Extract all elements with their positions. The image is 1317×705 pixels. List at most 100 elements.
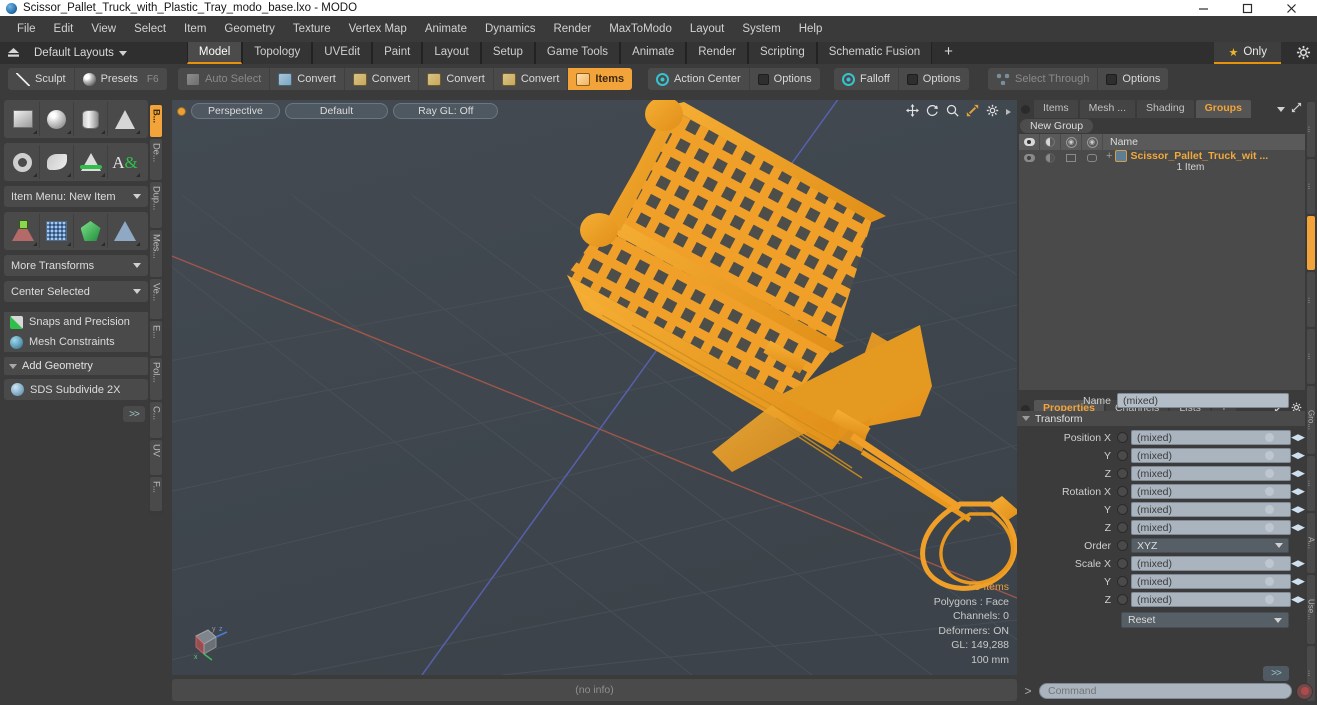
presets-button[interactable]: Presets F6 — [75, 68, 167, 90]
menu-item-maxtomodo[interactable]: MaxToModo — [600, 20, 681, 38]
menu-item-item[interactable]: Item — [175, 20, 215, 38]
convert-vertex-button[interactable]: Convert — [270, 68, 345, 90]
text-primitive-button[interactable]: A& — [108, 145, 142, 179]
left-vtab-4[interactable]: Ve... — [150, 278, 162, 319]
gear-icon[interactable] — [986, 104, 999, 120]
action-center-options-button[interactable]: Options — [750, 68, 820, 90]
view-mode-chip[interactable]: Perspective — [191, 103, 280, 119]
layout-tab-game-tools[interactable]: Game Tools — [534, 42, 621, 64]
menu-item-select[interactable]: Select — [125, 20, 175, 38]
transform-tool-button[interactable] — [6, 214, 40, 248]
layout-tab-scripting[interactable]: Scripting — [747, 42, 817, 64]
convert-material-button[interactable]: Convert — [494, 68, 569, 90]
menu-item-geometry[interactable]: Geometry — [215, 20, 284, 38]
bezier-primitive-button[interactable] — [74, 145, 108, 179]
property-channel-toggle[interactable] — [1117, 540, 1128, 551]
property-channel-toggle[interactable] — [1117, 576, 1128, 587]
property-spinner-icon[interactable]: ◀▶ — [1291, 576, 1305, 587]
menu-item-texture[interactable]: Texture — [284, 20, 340, 38]
right-vtab-2[interactable]: ... — [1307, 215, 1315, 271]
curve-primitive-button[interactable] — [40, 145, 74, 179]
pan-icon[interactable] — [906, 104, 919, 120]
cylinder-primitive-button[interactable] — [74, 102, 108, 136]
snaps-and-precision-button[interactable]: Snaps and Precision — [4, 312, 148, 332]
auto-select-button[interactable]: Auto Select — [178, 68, 271, 90]
axis-gizmo[interactable]: z y x — [186, 620, 232, 665]
mesh-grid-tool-button[interactable] — [40, 214, 74, 248]
right-vtab-4[interactable]: ... — [1307, 329, 1315, 385]
transform-section-header[interactable]: Transform — [1017, 411, 1305, 426]
property-channel-toggle[interactable] — [1117, 594, 1128, 605]
menu-item-system[interactable]: System — [733, 20, 789, 38]
play-icon[interactable] — [1006, 109, 1011, 115]
falloff-options-button[interactable]: Options — [899, 68, 969, 90]
menu-item-view[interactable]: View — [82, 20, 125, 38]
zoom-icon[interactable] — [946, 104, 959, 120]
close-button[interactable] — [1273, 0, 1309, 16]
sphere-primitive-button[interactable] — [40, 102, 74, 136]
cube-primitive-button[interactable] — [6, 102, 40, 136]
property-spinner-icon[interactable]: ◀▶ — [1291, 522, 1305, 533]
property-spinner-icon[interactable]: ◀▶ — [1291, 558, 1305, 569]
items-mode-button[interactable]: Items — [568, 68, 633, 90]
record-icon[interactable] — [1296, 682, 1313, 700]
property-input[interactable]: (mixed) — [1131, 520, 1291, 535]
left-vtab-7[interactable]: C... — [150, 402, 162, 439]
left-vtab-9[interactable]: F... — [150, 477, 162, 511]
property-spinner-icon[interactable]: ◀▶ — [1291, 432, 1305, 443]
layout-tab-layout[interactable]: Layout — [422, 42, 481, 64]
panel-menu-icon[interactable] — [1021, 104, 1030, 114]
viewport-3d[interactable]: Perspective Default Ray GL: Off 55 Items… — [172, 100, 1017, 675]
left-advanced-button[interactable]: >> — [123, 406, 145, 422]
convert-poly-button[interactable]: Convert — [419, 68, 494, 90]
property-input[interactable]: (mixed) — [1131, 430, 1291, 445]
viewport-menu-icon[interactable] — [177, 106, 186, 116]
right-vtab-5[interactable]: Gro... — [1307, 386, 1315, 455]
command-input[interactable] — [1039, 683, 1292, 699]
left-vtab-2[interactable]: Dup... — [150, 182, 162, 229]
only-toggle-button[interactable]: ★ Only — [1214, 42, 1281, 64]
property-channel-toggle[interactable] — [1117, 432, 1128, 443]
property-input[interactable]: (mixed) — [1131, 484, 1291, 499]
left-vtab-3[interactable]: Mes... — [150, 230, 162, 277]
layout-tab-schematic-fusion[interactable]: Schematic Fusion — [816, 42, 933, 64]
name-input[interactable]: (mixed) — [1117, 393, 1289, 408]
torus-primitive-button[interactable] — [6, 145, 40, 179]
fit-icon[interactable] — [966, 104, 979, 120]
right-vtab-0[interactable]: ... — [1307, 102, 1315, 157]
tab-shading[interactable]: Shading — [1137, 100, 1194, 118]
property-input[interactable]: (mixed) — [1131, 466, 1291, 481]
right-vtab-3[interactable]: ... — [1307, 272, 1315, 328]
menu-item-file[interactable]: File — [8, 20, 45, 38]
tab-groups[interactable]: Groups — [1195, 100, 1251, 118]
row-select-toggle[interactable] — [1082, 150, 1103, 166]
convert-edge-button[interactable]: Convert — [345, 68, 420, 90]
minimize-button[interactable] — [1185, 0, 1221, 16]
property-channel-toggle[interactable] — [1117, 522, 1128, 533]
row-render-toggle[interactable] — [1040, 150, 1061, 166]
left-vtab-0[interactable]: B... — [150, 105, 162, 137]
layout-tab-topology[interactable]: Topology — [242, 42, 313, 64]
reset-dropdown[interactable]: Reset — [1121, 612, 1289, 628]
layout-tab-animate[interactable]: Animate — [620, 42, 687, 64]
menu-item-animate[interactable]: Animate — [416, 20, 476, 38]
property-input[interactable]: (mixed) — [1131, 448, 1291, 463]
rotate-icon[interactable] — [926, 104, 939, 120]
right-vtab-7[interactable]: A... — [1307, 513, 1315, 574]
pyramid-tool-button[interactable] — [108, 214, 142, 248]
tab-mesh-[interactable]: Mesh ... — [1079, 100, 1136, 118]
layout-tab-setup[interactable]: Setup — [480, 42, 535, 64]
property-channel-toggle[interactable] — [1117, 558, 1128, 569]
chevron-down-icon[interactable] — [1277, 106, 1285, 112]
property-input[interactable]: (mixed) — [1131, 574, 1291, 589]
table-row[interactable]: + Scissor_Pallet_Truck_wit ... 1 Item — [1019, 150, 1315, 178]
property-spinner-icon[interactable]: ◀▶ — [1291, 486, 1305, 497]
property-channel-toggle[interactable] — [1117, 450, 1128, 461]
more-transforms-dropdown[interactable]: More Transforms — [4, 255, 148, 276]
left-vtab-5[interactable]: E... — [150, 320, 162, 357]
property-input[interactable]: (mixed) — [1131, 502, 1291, 517]
property-input[interactable]: (mixed) — [1131, 556, 1291, 571]
sds-subdivide-button[interactable]: SDS Subdivide 2X — [4, 379, 148, 400]
menu-item-vertex-map[interactable]: Vertex Map — [340, 20, 416, 38]
gear-icon[interactable] — [1296, 45, 1311, 63]
